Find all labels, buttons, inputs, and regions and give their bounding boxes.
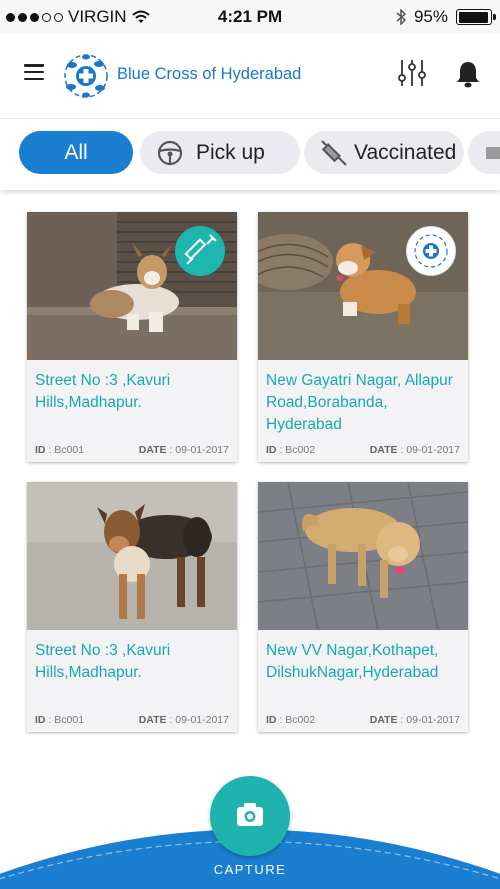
filter-chip-pick-up[interactable]: Pick up bbox=[140, 131, 300, 174]
card-date: DATE : 09-01-2017 bbox=[138, 444, 229, 456]
capture-label: CAPTURE bbox=[213, 862, 287, 877]
card-meta: ID : Bc002 DATE : 09-01-2017 bbox=[266, 714, 460, 726]
dog-photo bbox=[258, 482, 468, 630]
battery-icon bbox=[456, 9, 496, 25]
card-date: DATE : 09-01-2017 bbox=[369, 714, 460, 726]
card-id: ID : Bc002 bbox=[266, 444, 316, 456]
filter-chip-transport[interactable] bbox=[468, 131, 500, 174]
card-id: ID : Bc001 bbox=[35, 714, 85, 726]
app-title: Blue Cross of Hyderabad bbox=[117, 65, 302, 83]
status-right: 95% bbox=[396, 7, 496, 27]
blue-cross-logo-icon bbox=[414, 234, 448, 268]
syringe-icon bbox=[321, 139, 347, 166]
card-meta: ID : Bc002 DATE : 09-01-2017 bbox=[266, 444, 460, 456]
card-meta: ID : Bc001 DATE : 09-01-2017 bbox=[35, 714, 229, 726]
vaccinated-badge bbox=[175, 226, 225, 276]
card-address: New Gayatri Nagar, Allapur Road,Boraband… bbox=[266, 372, 453, 433]
blue-cross-logo bbox=[64, 54, 108, 98]
filter-chip-vaccinated[interactable]: Vaccinated bbox=[304, 131, 464, 174]
dog-photo bbox=[258, 212, 468, 360]
filter-sliders-icon[interactable] bbox=[397, 58, 427, 88]
notification-bell-icon[interactable] bbox=[455, 60, 481, 88]
filter-chip-label: Pick up bbox=[196, 140, 265, 164]
card-meta: ID : Bc001 DATE : 09-01-2017 bbox=[35, 444, 229, 456]
capture-button[interactable] bbox=[210, 776, 290, 856]
blue-cross-badge bbox=[406, 226, 456, 276]
card-id: ID : Bc002 bbox=[266, 714, 316, 726]
camera-icon bbox=[237, 803, 263, 826]
steering-wheel-icon bbox=[157, 140, 183, 165]
filter-chip-all[interactable]: All bbox=[19, 131, 133, 174]
card-date: DATE : 09-01-2017 bbox=[369, 444, 460, 456]
card-id: ID : Bc001 bbox=[35, 444, 85, 456]
status-bar: VIRGIN 4:21 PM 95% bbox=[0, 0, 500, 34]
rescue-card[interactable]: Street No :3 ,Kavuri Hills,Madhapur. ID … bbox=[27, 212, 237, 462]
dog-photo bbox=[27, 212, 237, 360]
filter-chip-label: All bbox=[64, 140, 88, 164]
bluetooth-icon bbox=[396, 9, 406, 25]
card-address: Street No :3 ,Kavuri Hills,Madhapur. bbox=[35, 372, 171, 411]
hamburger-menu-icon[interactable] bbox=[24, 64, 44, 80]
card-address: Street No :3 ,Kavuri Hills,Madhapur. bbox=[35, 642, 171, 681]
rescue-card[interactable]: New Gayatri Nagar, Allapur Road,Boraband… bbox=[258, 212, 468, 462]
card-address: New VV Nagar,Kothapet, DilshukNagar,Hyde… bbox=[266, 642, 439, 681]
syringe-icon bbox=[184, 234, 217, 265]
filter-chip-label: Vaccinated bbox=[354, 140, 457, 164]
rescue-card[interactable]: Street No :3 ,Kavuri Hills,Madhapur. ID … bbox=[27, 482, 237, 732]
battery-percent: 95% bbox=[413, 7, 448, 26]
app-header: Blue Cross of Hyderabad bbox=[0, 34, 500, 118]
filter-chips-bar: All Pick up Vaccinated bbox=[0, 118, 500, 190]
rescue-card[interactable]: New VV Nagar,Kothapet, DilshukNagar,Hyde… bbox=[258, 482, 468, 732]
truck-icon bbox=[486, 146, 500, 159]
dog-photo bbox=[27, 482, 237, 630]
card-date: DATE : 09-01-2017 bbox=[138, 714, 229, 726]
